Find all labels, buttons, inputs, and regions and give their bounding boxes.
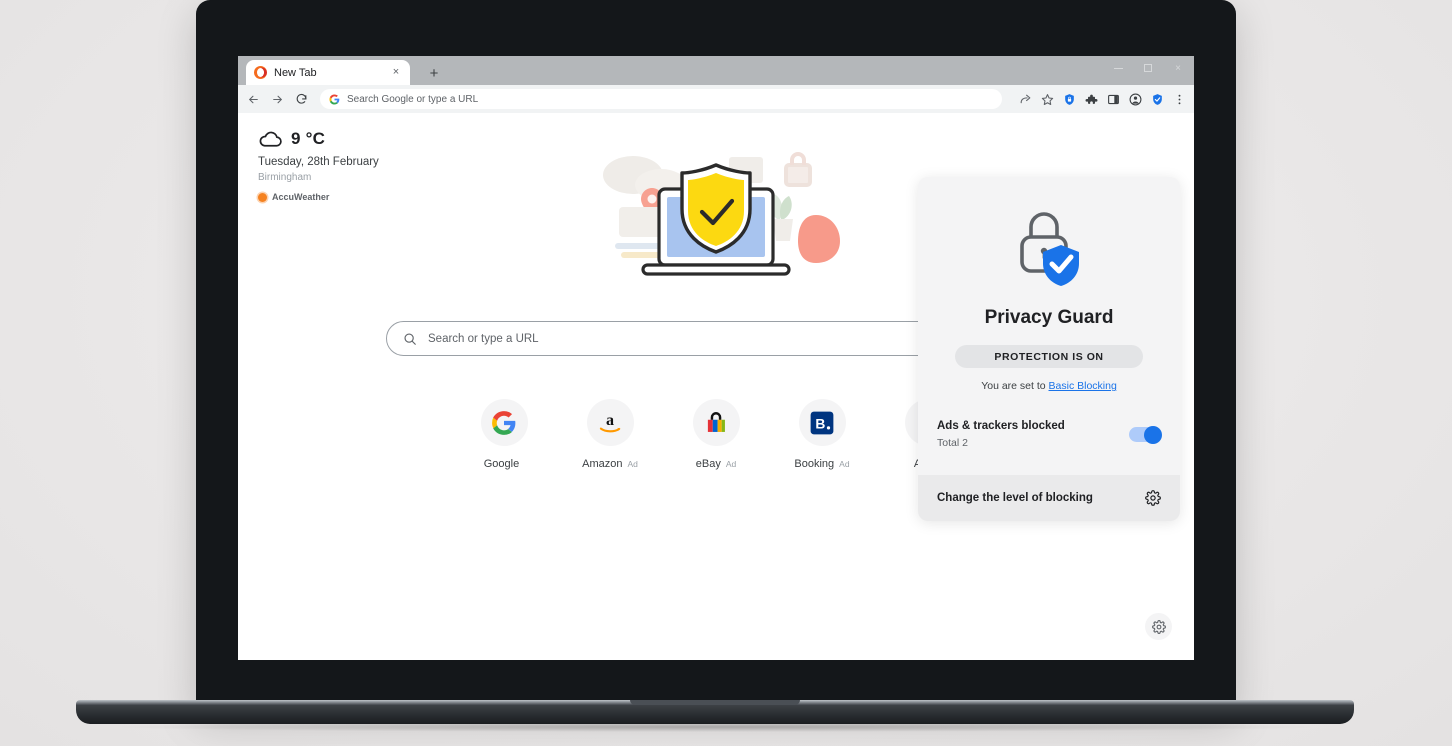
shortcut-ad-badge: Ad [627,459,638,469]
shortcut-tile [692,399,740,446]
tab-strip: New Tab × + × [238,56,1194,85]
omnibox[interactable]: Search Google or type a URL [320,89,1002,109]
google-g-icon [329,93,340,105]
window-controls: × [1106,59,1190,77]
side-panel-icon[interactable] [1106,92,1120,106]
blocking-level-prefix: You are set to [981,380,1049,392]
tab-title: New Tab [274,66,317,79]
ebay-bag-icon [707,411,725,432]
opera-logo-icon [254,66,267,79]
maximize-icon[interactable] [1136,59,1160,77]
status-badge: PROTECTION IS ON [955,345,1143,368]
ads-trackers-title: Ads & trackers blocked [937,420,1065,432]
toggle-knob [1144,425,1162,444]
shortcuts-row: Google a Amazon Ad eBay Ad B Booking Ad [467,399,965,470]
search-placeholder: Search or type a URL [428,332,539,345]
booking-logo-icon: B [810,411,834,434]
change-blocking-level-label: Change the level of blocking [937,492,1093,504]
shortcut-google[interactable]: Google [467,399,541,470]
ads-trackers-text: Ads & trackers blocked Total 2 [937,420,1065,449]
ads-trackers-toggle[interactable] [1129,425,1162,444]
amazon-logo-icon: a [599,412,621,432]
browser-toolbar: Search Google or type a URL [238,85,1194,113]
google-logo-icon [492,410,516,435]
basic-blocking-link[interactable]: Basic Blocking [1049,380,1117,392]
new-tab-page: 9 °C Tuesday, 28th February Birmingham A… [238,113,1194,660]
minimize-icon[interactable] [1106,59,1130,77]
privacy-guard-shield-icon[interactable] [1150,92,1164,106]
shortcut-ad-badge: Ad [839,459,850,469]
panel-title: Privacy Guard [984,307,1114,328]
extensions-puzzle-icon[interactable] [1084,92,1098,106]
privacy-hero-illustration [581,127,851,302]
privacy-shield-lock-icon[interactable] [1062,92,1076,106]
weather-temperature: 9 °C [291,129,326,148]
weather-provider-label: AccuWeather [272,192,330,202]
cloud-icon [258,131,283,148]
back-arrow-icon[interactable] [246,92,260,106]
new-tab-button[interactable]: + [426,66,442,81]
tab-new-tab[interactable]: New Tab × [246,60,410,85]
ads-trackers-row: Ads & trackers blocked Total 2 [918,420,1180,449]
weather-city: Birmingham [258,172,312,183]
shortcut-caption: Google [484,458,524,470]
shortcut-caption: Amazon Ad [582,458,638,470]
reload-icon[interactable] [294,92,308,106]
shortcut-tile: B [798,399,846,446]
accuweather-sun-icon [258,192,267,202]
laptop-base [76,700,1354,724]
privacy-guard-panel: Privacy Guard PROTECTION IS ON You are s… [918,177,1180,521]
close-icon[interactable]: × [390,67,402,78]
laptop-base-shadow [120,722,1310,732]
shortcut-tile: a [586,399,634,446]
shortcut-label: Google [483,458,520,470]
weather-header: 9 °C [258,129,379,149]
profile-avatar-icon[interactable] [1128,92,1142,106]
bookmark-star-icon[interactable] [1040,92,1054,106]
gear-icon[interactable] [1145,490,1161,506]
omnibox-placeholder: Search Google or type a URL [347,93,479,105]
weather-widget[interactable]: 9 °C Tuesday, 28th February Birmingham A… [258,129,379,202]
shortcut-caption: Booking Ad [794,458,849,470]
weather-date: Tuesday, 28th February [258,156,379,168]
search-magnifier-icon [403,332,417,346]
window-close-icon[interactable]: × [1166,59,1190,77]
ads-trackers-total: Total 2 [937,437,968,449]
shortcut-label: Amazon [582,458,623,470]
shortcut-ebay[interactable]: eBay Ad [679,399,753,470]
toolbar-right-icons [1012,92,1186,106]
shortcut-label: Booking [794,458,835,470]
shortcut-tile [480,399,528,446]
svg-text:B: B [815,415,825,431]
forward-arrow-icon[interactable] [270,92,284,106]
weather-provider[interactable]: AccuWeather [258,192,379,202]
padlock-with-shield-check-icon [918,177,1180,287]
shortcut-label: eBay [695,458,721,470]
shortcut-booking[interactable]: B Booking Ad [785,399,859,470]
change-blocking-level-button[interactable]: Change the level of blocking [918,475,1180,521]
more-menu-icon[interactable] [1172,92,1186,106]
page-settings-button[interactable] [1145,613,1172,640]
svg-text:a: a [606,412,614,429]
share-icon[interactable] [1018,92,1032,106]
shortcut-amazon[interactable]: a Amazon Ad [573,399,647,470]
shortcut-caption: eBay Ad [696,458,736,470]
gear-icon [1151,619,1166,634]
shortcut-ad-badge: Ad [725,459,737,469]
browser-window: New Tab × + × Search Google or type a UR… [238,56,1194,660]
blocking-level-text: You are set to Basic Blocking [918,380,1180,392]
